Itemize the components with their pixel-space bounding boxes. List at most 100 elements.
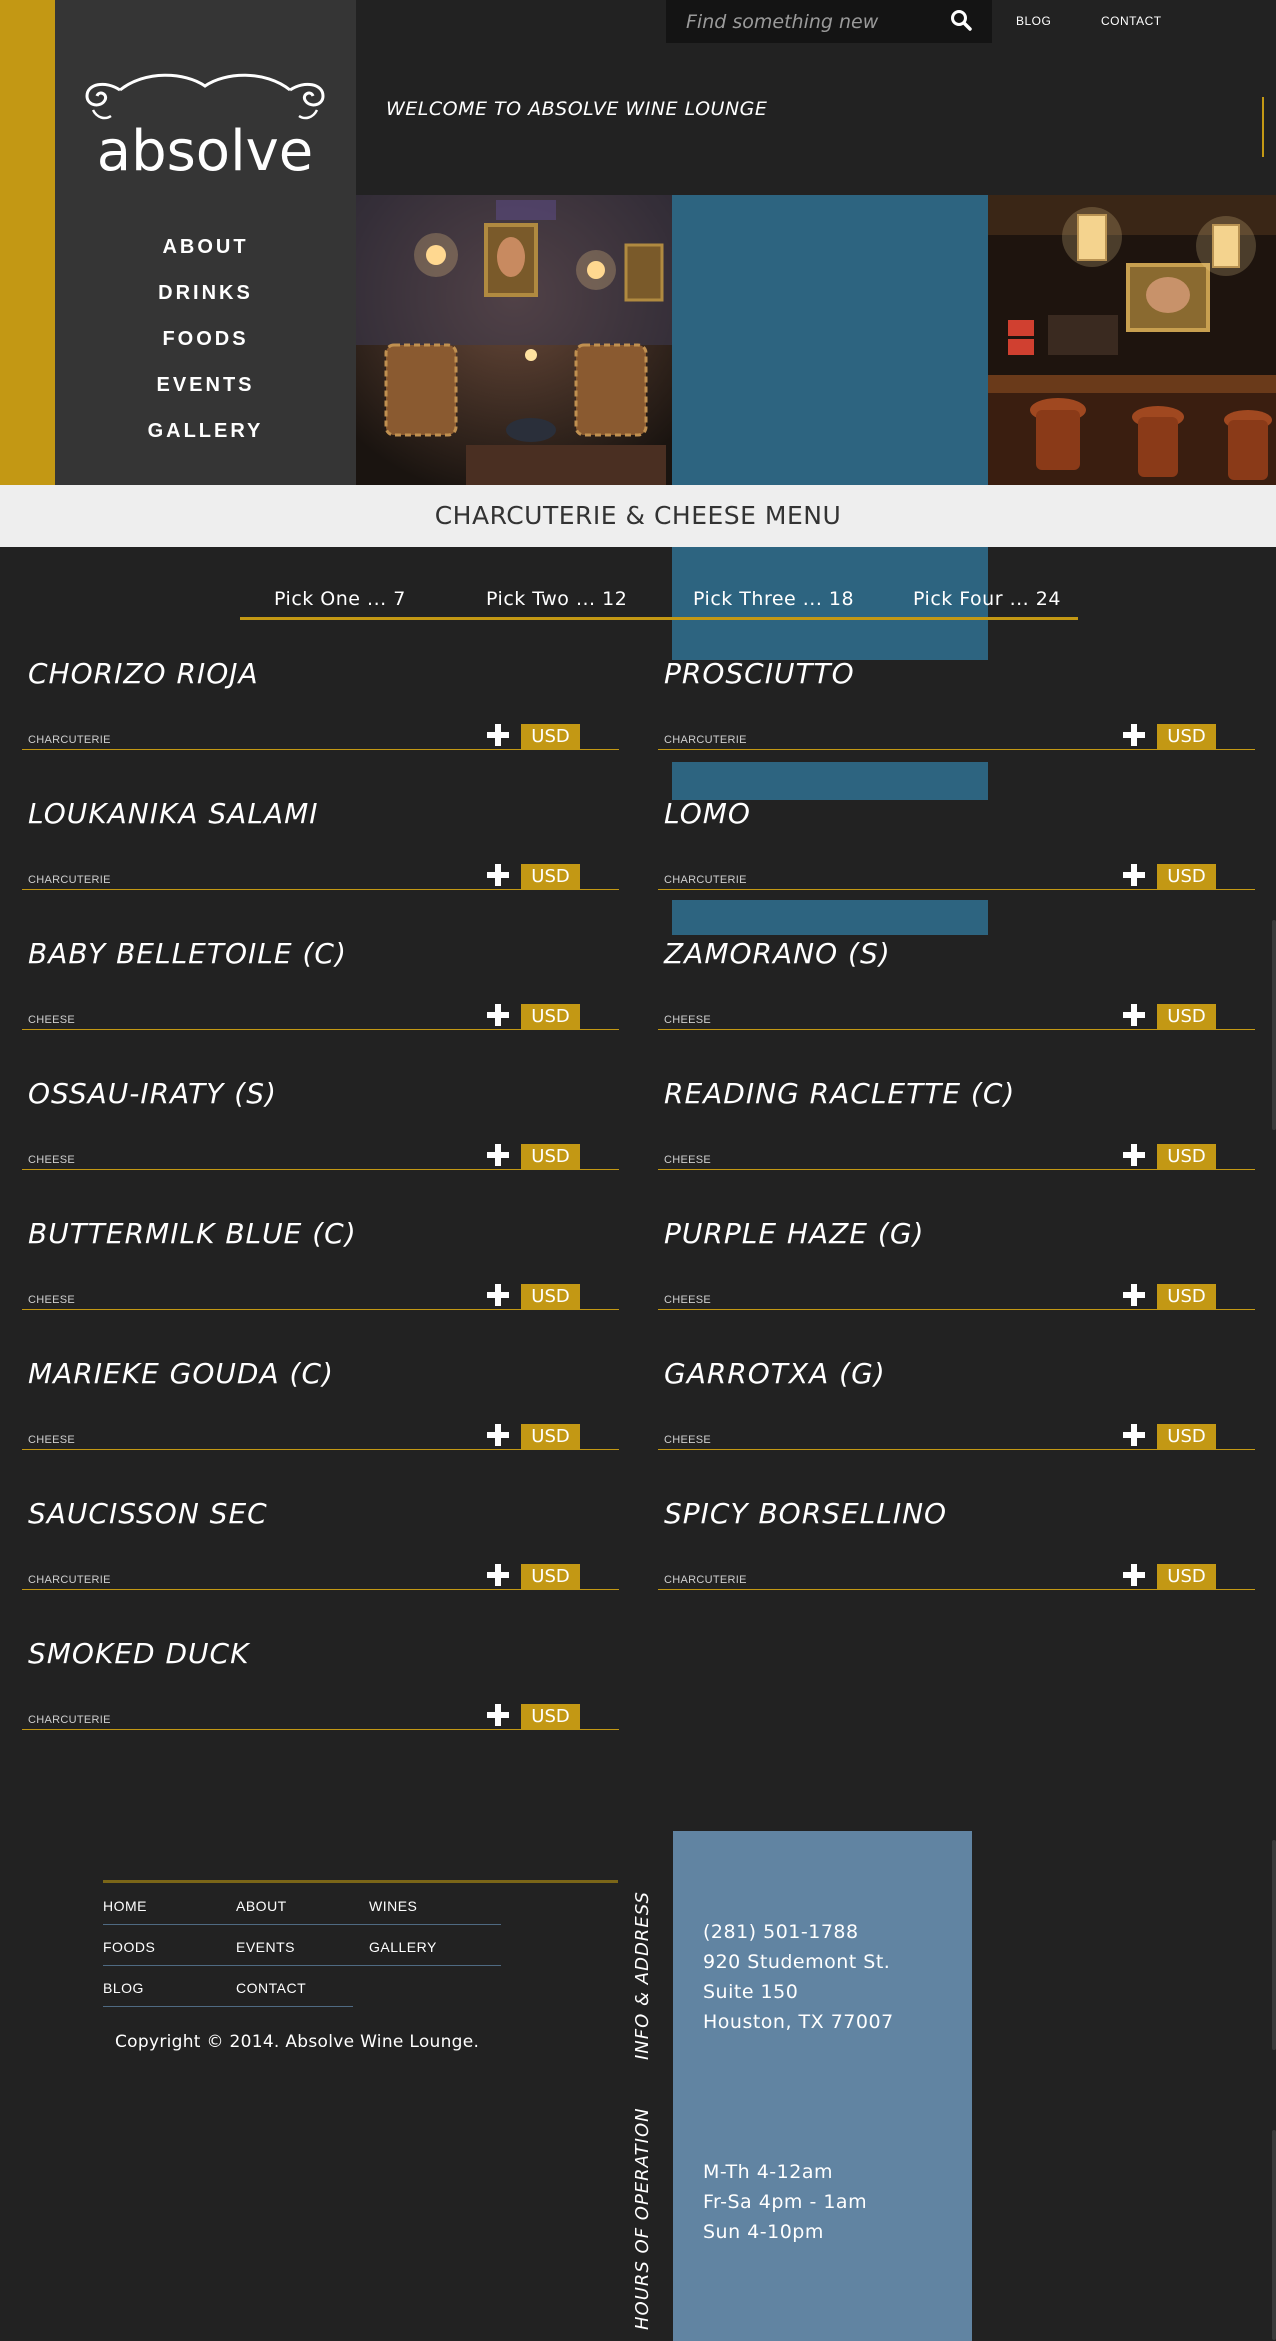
- add-icon[interactable]: [1122, 1423, 1146, 1447]
- blog-link[interactable]: BLOG: [1016, 14, 1051, 28]
- item-divider: [658, 1029, 1255, 1030]
- item-category: CHEESE: [664, 1434, 712, 1446]
- price-button[interactable]: USD: [521, 1564, 580, 1590]
- search-input[interactable]: [666, 0, 936, 43]
- search-icon[interactable]: [950, 9, 972, 31]
- item-divider: [22, 1029, 619, 1030]
- item-category: CHEESE: [28, 1294, 76, 1306]
- item-name: BUTTERMILK BLUE (C): [28, 1217, 357, 1250]
- logo-text: absolve: [97, 119, 313, 180]
- item-divider: [22, 889, 619, 890]
- price-button[interactable]: USD: [1157, 724, 1216, 750]
- footer-link-wines[interactable]: WINES: [369, 1898, 417, 1914]
- menu-item: PROSCIUTTO CHARCUTERIE USD: [658, 657, 1255, 797]
- add-icon[interactable]: [1122, 863, 1146, 887]
- menu-item: ZAMORANO (S) CHEESE USD: [658, 937, 1255, 1077]
- menu-item: SMOKED DUCK CHARCUTERIE USD: [22, 1637, 619, 1777]
- footer-divider: [103, 1880, 618, 1883]
- page-title: CHARCUTERIE & CHEESE MENU: [434, 501, 842, 530]
- item-category: CHARCUTERIE: [28, 734, 111, 746]
- footer-link-contact[interactable]: CONTACT: [236, 1980, 306, 1996]
- add-icon[interactable]: [486, 1423, 510, 1447]
- footer-link-foods[interactable]: FOODS: [103, 1939, 155, 1955]
- add-icon[interactable]: [486, 723, 510, 747]
- price-button[interactable]: USD: [521, 1004, 580, 1030]
- address-street: 920 Studemont St.: [703, 1951, 891, 1973]
- add-icon[interactable]: [486, 1563, 510, 1587]
- phone-number[interactable]: (281) 501-1788: [703, 1921, 859, 1943]
- menu-item: SPICY BORSELLINO CHARCUTERIE USD: [658, 1497, 1255, 1637]
- tab-pick-one[interactable]: Pick One ... 7: [274, 588, 406, 610]
- footer-link-about[interactable]: ABOUT: [236, 1898, 287, 1914]
- add-icon[interactable]: [486, 1703, 510, 1727]
- item-category: CHEESE: [28, 1154, 76, 1166]
- price-button[interactable]: USD: [521, 1704, 580, 1730]
- contact-link[interactable]: CONTACT: [1101, 14, 1162, 28]
- copyright: Copyright © 2014. Absolve Wine Lounge.: [115, 2032, 480, 2052]
- scrollbar-thumb[interactable]: [1272, 1840, 1276, 2050]
- menu-toggle-icon[interactable]: [1262, 97, 1268, 157]
- price-button[interactable]: USD: [1157, 1564, 1216, 1590]
- sidebar: absolve ABOUT DRINKS FOODS EVENTS GALLER…: [55, 0, 356, 485]
- price-button[interactable]: USD: [1157, 864, 1216, 890]
- item-divider: [22, 1589, 619, 1590]
- price-button[interactable]: USD: [1157, 1144, 1216, 1170]
- top-bar: BLOG CONTACT WELCOME TO ABSOLVE WINE LOU…: [356, 0, 1276, 195]
- item-name: READING RACLETTE (C): [664, 1077, 1016, 1110]
- menu-item: MARIEKE GOUDA (C) CHEESE USD: [22, 1357, 619, 1497]
- add-icon[interactable]: [486, 1283, 510, 1307]
- item-name: ZAMORANO (S): [664, 937, 891, 970]
- item-divider: [22, 1729, 619, 1730]
- price-button[interactable]: USD: [1157, 1424, 1216, 1450]
- hero-blue-panel: [672, 195, 988, 485]
- add-icon[interactable]: [1122, 1143, 1146, 1167]
- nav-events[interactable]: EVENTS: [55, 362, 356, 408]
- item-category: CHARCUTERIE: [664, 1574, 747, 1586]
- price-button[interactable]: USD: [521, 1424, 580, 1450]
- item-name: BABY BELLETOILE (C): [28, 937, 347, 970]
- tab-pick-three[interactable]: Pick Three ... 18: [693, 588, 854, 610]
- hours-weekend: Fr-Sa 4pm - 1am: [703, 2191, 868, 2213]
- item-name: LOUKANIKA SALAMI: [28, 797, 319, 830]
- scrollbar-thumb[interactable]: [1272, 2130, 1276, 2340]
- item-category: CHARCUTERIE: [28, 1574, 111, 1586]
- add-icon[interactable]: [486, 863, 510, 887]
- item-divider: [22, 1449, 619, 1450]
- item-name: PURPLE HAZE (G): [664, 1217, 925, 1250]
- add-icon[interactable]: [1122, 1563, 1146, 1587]
- footer-link-gallery[interactable]: GALLERY: [369, 1939, 437, 1955]
- nav-about[interactable]: ABOUT: [55, 224, 356, 270]
- item-divider: [658, 1589, 1255, 1590]
- tab-pick-two[interactable]: Pick Two ... 12: [486, 588, 627, 610]
- footer-link-blog[interactable]: BLOG: [103, 1980, 144, 1996]
- add-icon[interactable]: [1122, 1003, 1146, 1027]
- nav-gallery[interactable]: GALLERY: [55, 408, 356, 454]
- price-button[interactable]: USD: [1157, 1004, 1216, 1030]
- pick-tabs: Pick One ... 7 Pick Two ... 12 Pick Thre…: [240, 588, 1078, 620]
- tab-pick-four[interactable]: Pick Four ... 24: [913, 588, 1061, 610]
- add-icon[interactable]: [486, 1003, 510, 1027]
- item-category: CHARCUTERIE: [28, 1714, 111, 1726]
- add-icon[interactable]: [1122, 723, 1146, 747]
- nav-foods[interactable]: FOODS: [55, 316, 356, 362]
- nav-drinks[interactable]: DRINKS: [55, 270, 356, 316]
- scrollbar-thumb[interactable]: [1272, 920, 1276, 1130]
- item-divider: [22, 1169, 619, 1170]
- absolve-logo[interactable]: absolve: [75, 70, 335, 184]
- price-button[interactable]: USD: [521, 724, 580, 750]
- price-button[interactable]: USD: [521, 1284, 580, 1310]
- item-divider: [22, 1309, 619, 1310]
- add-icon[interactable]: [1122, 1283, 1146, 1307]
- price-button[interactable]: USD: [1157, 1284, 1216, 1310]
- footer-link-events[interactable]: EVENTS: [236, 1939, 295, 1955]
- price-button[interactable]: USD: [521, 864, 580, 890]
- price-button[interactable]: USD: [521, 1144, 580, 1170]
- menu-item: PURPLE HAZE (G) CHEESE USD: [658, 1217, 1255, 1357]
- gold-accent-strip: [0, 0, 55, 485]
- item-name: OSSAU-IRATY (S): [28, 1077, 277, 1110]
- footer-link-home[interactable]: HOME: [103, 1898, 147, 1914]
- add-icon[interactable]: [486, 1143, 510, 1167]
- item-divider: [658, 749, 1255, 750]
- item-name: PROSCIUTTO: [664, 657, 855, 690]
- footer-nav-divider: [103, 1965, 501, 1966]
